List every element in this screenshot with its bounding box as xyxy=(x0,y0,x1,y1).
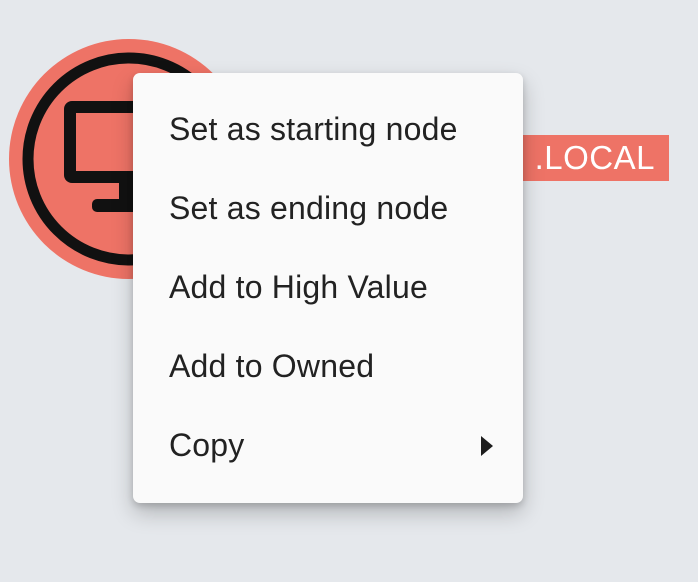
menu-item-label: Add to High Value xyxy=(169,269,428,305)
menu-item-label: Add to Owned xyxy=(169,348,375,384)
menu-item-label: Copy xyxy=(169,427,245,463)
caret-right-icon xyxy=(481,435,493,456)
menu-item-copy[interactable]: Copy xyxy=(133,406,523,485)
menu-item-set-ending-node[interactable]: Set as ending node xyxy=(133,169,523,248)
menu-item-label: Set as ending node xyxy=(169,190,449,226)
graph-canvas[interactable]: .LOCAL Set as starting node Set as endin… xyxy=(0,0,698,582)
menu-item-add-owned[interactable]: Add to Owned xyxy=(133,327,523,406)
menu-item-set-starting-node[interactable]: Set as starting node xyxy=(133,90,523,169)
context-menu: Set as starting node Set as ending node … xyxy=(133,73,523,503)
menu-item-add-high-value[interactable]: Add to High Value xyxy=(133,248,523,327)
menu-item-label: Set as starting node xyxy=(169,111,458,147)
